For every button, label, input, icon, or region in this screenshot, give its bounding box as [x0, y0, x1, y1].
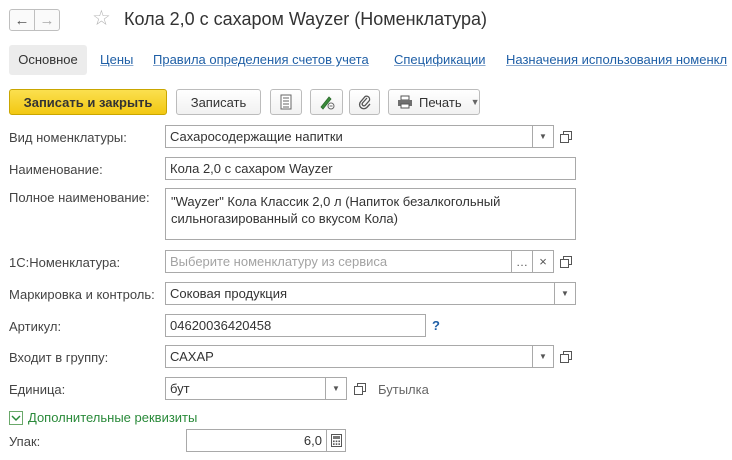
pack-field[interactable]: 6,0	[186, 429, 327, 452]
print-button[interactable]: Печать ▼	[388, 89, 480, 115]
print-label: Печать	[419, 94, 462, 110]
unit-field[interactable]: бут	[165, 377, 326, 400]
tab-usage-assignments[interactable]: Назначения использования номенкл	[506, 45, 727, 75]
report-button[interactable]	[270, 89, 302, 115]
chevron-down-icon: ▼	[539, 352, 547, 361]
tab-account-rules[interactable]: Правила определения счетов учета	[153, 45, 369, 75]
tab-prices[interactable]: Цены	[100, 45, 133, 75]
unit-dropdown-button[interactable]: ▼	[326, 377, 347, 400]
open-window-icon	[559, 130, 572, 143]
unit-label: Единица:	[9, 382, 66, 397]
group-label: Входит в группу:	[9, 350, 109, 365]
group-open-button[interactable]	[556, 347, 575, 366]
pack-calculator-button[interactable]	[327, 429, 346, 452]
calculator-icon	[330, 434, 342, 447]
vid-label: Вид номенклатуры:	[9, 130, 127, 145]
save-button[interactable]: Записать	[176, 89, 261, 115]
open-window-icon	[559, 350, 572, 363]
chevron-down-icon: ▼	[332, 384, 340, 393]
paperclip-icon	[358, 94, 372, 110]
name-field[interactable]: Кола 2,0 с сахаром Wayzer	[165, 157, 576, 180]
group-dropdown-button[interactable]: ▼	[533, 345, 554, 368]
chevron-down-icon: ▼	[561, 289, 569, 298]
extra-attributes-toggle[interactable]: Дополнительные реквизиты	[9, 410, 197, 425]
marking-label: Маркировка и контроль:	[9, 287, 155, 302]
full-name-line-1: "Wayzer" Кола Классик 2,0 л (Напиток без…	[171, 194, 501, 209]
star-icon[interactable]: ☆	[92, 8, 111, 29]
chevron-down-icon: ▼	[470, 97, 480, 107]
nomenclature-1c-field[interactable]: Выберите номенклатуру из сервиса	[165, 250, 512, 273]
open-window-icon	[559, 255, 572, 268]
document-list-icon	[279, 94, 293, 110]
ellipsis-icon: …	[516, 254, 528, 269]
open-window-icon	[353, 382, 366, 395]
back-button[interactable]: ←	[9, 9, 35, 31]
article-label: Артикул:	[9, 319, 62, 334]
article-help-icon[interactable]: ?	[432, 318, 440, 333]
close-icon: ×	[539, 254, 547, 269]
vid-open-button[interactable]	[556, 127, 575, 146]
tab-specifications[interactable]: Спецификации	[394, 45, 486, 75]
name-label: Наименование:	[9, 162, 103, 177]
vid-field[interactable]: Сахаросодержащие напитки	[165, 125, 533, 148]
page-title: Кола 2,0 с сахаром Wayzer (Номенклатура)	[124, 9, 487, 29]
save-and-close-button[interactable]: Записать и закрыть	[9, 89, 167, 115]
arrow-right-icon: →	[39, 11, 55, 29]
group-field[interactable]: САХАР	[165, 345, 533, 368]
nomenclature-1c-select-button[interactable]: …	[512, 250, 533, 273]
full-name-label: Полное наименование:	[9, 190, 150, 205]
unit-name: Бутылка	[378, 382, 429, 397]
printer-icon	[397, 95, 413, 109]
pack-label: Упак:	[9, 434, 41, 449]
arrow-left-icon: ←	[14, 11, 30, 29]
nomenclature-1c-open-button[interactable]	[556, 252, 575, 271]
forward-button[interactable]: →	[34, 9, 60, 31]
edit-button[interactable]	[310, 89, 343, 115]
marking-field[interactable]: Соковая продукция	[165, 282, 555, 305]
article-field[interactable]: 04620036420458	[165, 314, 426, 337]
full-name-line-2: сильногазированный со вкусом Кола)	[171, 211, 398, 226]
nomenclature-1c-label: 1С:Номенклатура:	[9, 255, 121, 270]
extra-attributes-label: Дополнительные реквизиты	[28, 410, 198, 425]
edit-pen-icon	[318, 94, 336, 110]
vid-dropdown-button[interactable]: ▼	[533, 125, 554, 148]
tab-main[interactable]: Основное	[9, 45, 87, 75]
full-name-textarea[interactable]: "Wayzer" Кола Классик 2,0 л (Напиток без…	[165, 188, 576, 240]
marking-dropdown-button[interactable]: ▼	[555, 282, 576, 305]
unit-open-button[interactable]	[350, 379, 369, 398]
nomenclature-1c-clear-button[interactable]: ×	[533, 250, 554, 273]
chevron-down-icon: ▼	[539, 132, 547, 141]
chevron-down-icon	[9, 410, 23, 425]
attach-button[interactable]	[349, 89, 380, 115]
